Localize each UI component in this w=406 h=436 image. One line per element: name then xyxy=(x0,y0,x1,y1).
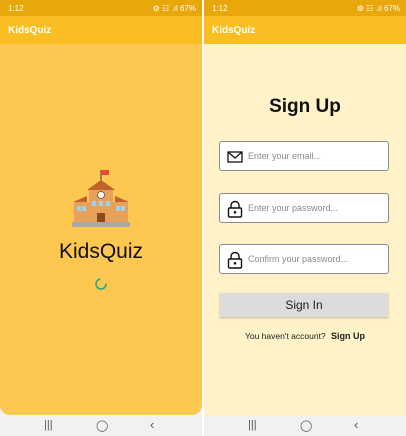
back-button[interactable]: ‹ xyxy=(150,417,154,432)
lock-icon xyxy=(227,251,243,269)
status-time: 1:12 xyxy=(212,4,228,13)
app-bar: KidsQuiz xyxy=(204,16,406,44)
no-account-text: You haven't account? xyxy=(244,331,326,341)
splash-screen: 1:12 ⚙ ☷ .ıl 67% KidsQuiz KidsQuiz ||| ◯… xyxy=(0,0,202,436)
sign-up-link[interactable]: Sign Up xyxy=(331,331,365,341)
page-title: Sign Up xyxy=(269,96,341,117)
loading-spinner-icon xyxy=(95,278,107,290)
status-time: 1:12 xyxy=(8,4,24,13)
recent-apps-button[interactable]: ||| xyxy=(44,419,53,431)
navigation-bar: ||| ◯ ‹ xyxy=(204,416,406,436)
password-field[interactable] xyxy=(219,193,389,223)
signup-screen: 1:12 ⚙ ☷ .ıl 67% KidsQuiz Sign Up Sign I… xyxy=(204,0,406,436)
lock-icon xyxy=(227,200,243,218)
app-bar: KidsQuiz xyxy=(0,16,202,44)
status-bar: 1:12 ⚙ ☷ .ıl 67% xyxy=(204,0,406,16)
confirm-password-field[interactable] xyxy=(219,244,389,274)
status-icons: ⚙ ☷ .ıl 67% xyxy=(152,4,196,13)
recent-apps-button[interactable]: ||| xyxy=(248,419,257,431)
status-bar: 1:12 ⚙ ☷ .ıl 67% xyxy=(0,0,202,16)
app-title: KidsQuiz xyxy=(212,25,256,36)
account-prompt: You haven't account? Sign Up xyxy=(204,331,406,341)
navigation-bar: ||| ◯ ‹ xyxy=(0,416,202,436)
email-input[interactable] xyxy=(248,146,382,166)
home-button[interactable]: ◯ xyxy=(96,419,108,432)
splash-title: KidsQuiz xyxy=(58,240,144,263)
password-input[interactable] xyxy=(248,198,382,218)
app-title: KidsQuiz xyxy=(8,25,52,36)
envelope-icon xyxy=(227,151,243,163)
back-button[interactable]: ‹ xyxy=(354,417,358,432)
sign-in-button[interactable]: Sign In xyxy=(220,293,388,317)
home-button[interactable]: ◯ xyxy=(300,419,312,432)
school-building-icon xyxy=(72,170,130,227)
status-icons: ⚙ ☷ .ıl 67% xyxy=(356,4,400,13)
confirm-password-input[interactable] xyxy=(248,249,382,269)
email-field[interactable] xyxy=(219,141,389,171)
